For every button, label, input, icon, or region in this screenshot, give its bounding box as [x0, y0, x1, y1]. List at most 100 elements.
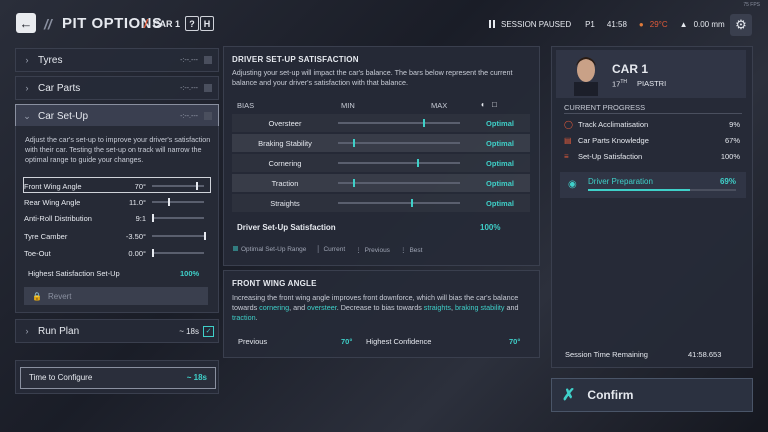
progress-value: 67%: [724, 135, 740, 145]
satisfaction-title: DRIVER SET-UP SATISFACTION: [232, 55, 359, 64]
sliders-icon: ≡: [564, 151, 569, 161]
revert-button[interactable]: 🔒 Revert: [24, 287, 208, 305]
progress-title: CURRENT PROGRESS: [564, 103, 646, 112]
bias-row: Cornering Optimal: [232, 154, 530, 172]
param-value: -3.50°: [125, 231, 146, 241]
bias-name: Cornering: [268, 158, 302, 168]
link-braking-stability: braking stability: [454, 303, 505, 312]
session-status-bar: SESSION PAUSED P1 41:58 ● 29°C ▲ 0.00 mm: [489, 17, 725, 31]
menu-car-setup-label: Car Set-Up: [38, 110, 89, 122]
legend: Optimal Set-Up Range │ Current ⋮ Previous …: [233, 246, 422, 254]
progress-label: Set-Up Satisfaction: [578, 151, 643, 161]
progress-row: ◯ Track Acclimatisation 9%: [564, 117, 740, 131]
menu-car-parts-label: Car Parts: [38, 82, 81, 94]
fps-counter: 75 FPS: [743, 2, 760, 8]
satisfaction-desc: Adjusting your set-up will impact the ca…: [232, 68, 513, 87]
legend-previous: ⋮ Previous: [355, 247, 390, 254]
lock-icon: 🔒: [32, 291, 42, 301]
prep-label: Driver Preparation: [588, 177, 653, 186]
slider-knob[interactable]: [152, 214, 154, 222]
chevron-right-icon: ›: [25, 326, 29, 336]
setup-param-row[interactable]: Anti-Roll Distribution 9:1: [24, 212, 208, 224]
session-time: 41:58: [606, 19, 627, 29]
progress-row: ▤ Car Parts Knowledge 67%: [564, 133, 740, 147]
slider-knob[interactable]: [152, 249, 154, 257]
previous-value: 70°: [341, 337, 353, 346]
menu-run-plan-label: Run Plan: [38, 325, 80, 337]
slider-knob[interactable]: [196, 182, 199, 190]
bias-bar: [338, 119, 460, 127]
confirm-button[interactable]: ✗ Confirm: [551, 378, 753, 412]
chevron-down-icon: ⌄: [23, 110, 31, 121]
temperature-icon: ●: [638, 19, 644, 29]
param-value: 9:1: [135, 213, 146, 223]
col-min: MIN: [341, 101, 355, 110]
param-value: 11.0°: [128, 197, 146, 207]
progress-label: Car Parts Knowledge: [578, 135, 649, 145]
param-slider[interactable]: [152, 232, 206, 240]
bias-name: Braking Stability: [258, 138, 312, 148]
title-slashes: //: [44, 16, 52, 32]
prep-fill: [588, 189, 691, 191]
car-icon: ▤: [564, 135, 572, 145]
help-key[interactable]: ?: [185, 16, 199, 31]
setup-param-row[interactable]: Rear Wing Angle 11.0°: [24, 196, 208, 208]
highest-confidence-value: 70°: [509, 337, 521, 346]
setup-param-row[interactable]: Tyre Camber -3.50°: [24, 230, 208, 242]
menu-car-parts-checkbox[interactable]: [204, 84, 212, 92]
position-badge: P1: [585, 19, 595, 29]
slider-knob[interactable]: [167, 198, 170, 206]
param-name: Anti-Roll Distribution: [24, 213, 92, 223]
prep-box: ◉ Driver Preparation 69%: [560, 172, 746, 198]
back-button[interactable]: ←: [16, 13, 36, 33]
param-slider[interactable]: [152, 214, 204, 222]
chevron-right-icon: ›: [25, 83, 29, 93]
bias-marker: [352, 139, 355, 147]
configure-label: Time to Configure: [29, 373, 93, 382]
menu-car-parts[interactable]: › Car Parts -:--.---: [15, 76, 219, 100]
param-name: Toe-Out: [24, 248, 51, 258]
driver-car: CAR 1: [612, 62, 649, 76]
settings-button[interactable]: ⚙: [730, 14, 752, 36]
param-slider[interactable]: [152, 249, 204, 257]
progress-row: ≡ Set-Up Satisfaction 100%: [564, 149, 740, 163]
menu-tyres-checkbox[interactable]: [204, 56, 212, 64]
remaining-label: Session Time Remaining: [565, 350, 648, 359]
bias-bar: [338, 159, 460, 167]
setup-param-row[interactable]: Toe-Out 0.00°: [24, 247, 208, 259]
slider-knob[interactable]: [204, 232, 206, 240]
menu-run-plan[interactable]: › Run Plan ~ 18s ✓: [15, 319, 219, 343]
revert-label: Revert: [47, 291, 72, 301]
bias-marker: [411, 199, 414, 207]
bias-marker: [352, 179, 355, 187]
param-slider[interactable]: [152, 182, 204, 190]
session-status: SESSION PAUSED: [501, 19, 572, 29]
run-plan-checkbox[interactable]: ✓: [203, 325, 214, 337]
menu-car-parts-time: -:--.---: [180, 84, 198, 92]
menu-car-setup[interactable]: ⌄ Car Set-Up -:--.---: [15, 104, 219, 128]
highest-setup-label: Highest Satisfaction Set-Up: [28, 269, 120, 278]
prep-track: [588, 189, 736, 191]
rain-icon: ▲: [679, 19, 688, 29]
confirm-label: Confirm: [587, 388, 634, 402]
bias-marker: [417, 159, 420, 167]
col-max: MAX: [431, 101, 448, 110]
steering-icon: ◯: [564, 119, 573, 129]
progress-label: Track Acclimatisation: [578, 119, 649, 129]
bias-bar: [338, 139, 460, 147]
link-traction: traction: [232, 313, 256, 322]
chat-icon: □: [492, 100, 497, 109]
hotkey-h[interactable]: H: [200, 16, 214, 31]
param-slider[interactable]: [152, 198, 204, 206]
menu-car-setup-checkbox[interactable]: [204, 112, 212, 120]
bias-row: Traction Optimal: [232, 174, 530, 192]
bias-marker: [423, 119, 426, 127]
setup-param-row[interactable]: Front Wing Angle 70°: [24, 180, 208, 192]
wrench-icon: ✗: [562, 387, 576, 404]
menu-car-setup-time: -:--.---: [180, 112, 198, 120]
menu-tyres[interactable]: › Tyres -:--.---: [15, 48, 219, 72]
total-satisfaction-value: 100%: [480, 223, 501, 232]
bias-status: Optimal: [486, 158, 514, 168]
page-title: PIT OPTIONS: [62, 15, 163, 32]
menu-tyres-time: -:--.---: [180, 56, 198, 64]
